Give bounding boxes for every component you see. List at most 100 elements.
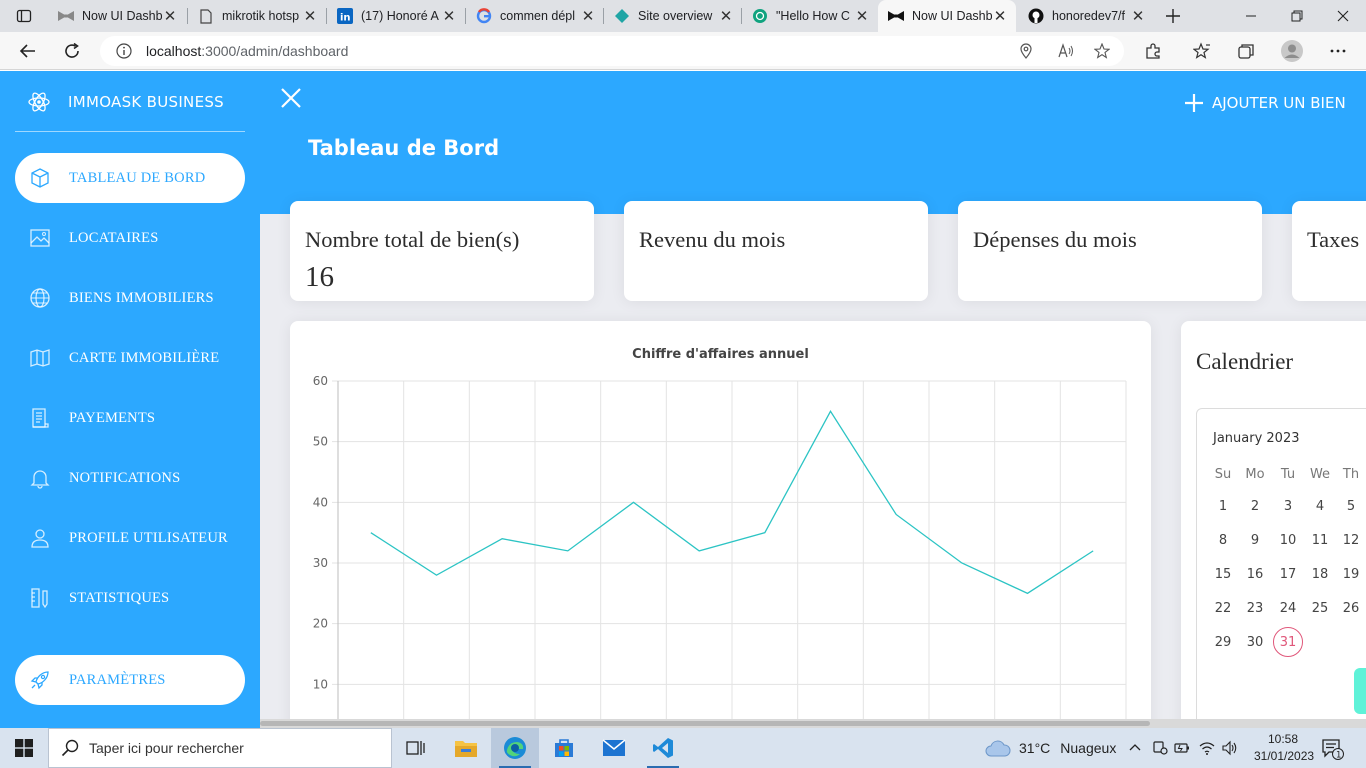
- line-chart: 60 50 40 30 20 10: [313, 374, 1127, 728]
- add-favorite-icon[interactable]: [1094, 43, 1110, 59]
- task-view-icon[interactable]: [392, 728, 440, 768]
- url-field[interactable]: localhost:3000/admin/dashboard: [100, 36, 1124, 66]
- browser-tab[interactable]: in (17) Honoré A ✕: [327, 0, 465, 32]
- brand[interactable]: IMMOASK BUSINESS: [0, 71, 260, 133]
- calendar-day[interactable]: 15: [1207, 567, 1239, 582]
- tab-close-icon[interactable]: ✕: [992, 8, 1008, 25]
- brand-name: IMMOASK BUSINESS: [68, 93, 224, 111]
- mail-icon[interactable]: [590, 728, 638, 768]
- revenue-chart-card: Chiffre d'affaires annuel 60 50 40 30 20 10: [290, 321, 1151, 728]
- sidebar-item-parametres[interactable]: PARAMÈTRES: [15, 655, 245, 705]
- url-text: localhost:3000/admin/dashboard: [146, 43, 349, 59]
- calendar-day[interactable]: 11: [1304, 533, 1336, 548]
- calendar-day[interactable]: 17: [1272, 567, 1304, 582]
- people-icon[interactable]: [1152, 740, 1168, 756]
- calendar-day-today[interactable]: 31: [1272, 635, 1304, 650]
- file-explorer-icon[interactable]: [442, 728, 490, 768]
- browser-tab[interactable]: mikrotik hotsp ✕: [188, 0, 326, 32]
- calendar-day[interactable]: 9: [1239, 533, 1271, 548]
- plus-icon: [1184, 93, 1204, 113]
- collections-icon[interactable]: [1232, 37, 1260, 65]
- battery-icon[interactable]: [1174, 740, 1190, 756]
- extensions-icon[interactable]: [1139, 37, 1167, 65]
- browser-tab[interactable]: "Hello How C ✕: [742, 0, 878, 32]
- back-arrow-icon[interactable]: [14, 37, 42, 65]
- tab-close-icon[interactable]: ✕: [718, 8, 734, 25]
- sidebar-item-label: PAYEMENTS: [69, 409, 156, 426]
- sidebar-item-locataires[interactable]: LOCATAIRES: [15, 213, 245, 263]
- image-icon: [29, 227, 51, 249]
- sidebar-item-payements[interactable]: PAYEMENTS: [15, 393, 245, 443]
- calendar-day[interactable]: 2: [1239, 499, 1271, 514]
- speaker-icon[interactable]: [1222, 740, 1238, 756]
- calendar-day[interactable]: 26: [1335, 601, 1366, 616]
- calendar-day[interactable]: 4: [1304, 499, 1336, 514]
- github-icon: [1028, 8, 1044, 24]
- google-icon: [476, 8, 492, 24]
- calendar-day[interactable]: 29: [1207, 635, 1239, 650]
- system-clock[interactable]: 10:58 31/01/2023: [1254, 731, 1314, 765]
- sidebar-item-profile-utilisateur[interactable]: PROFILE UTILISATEUR: [15, 513, 245, 563]
- sidebar-item-biens-immobiliers[interactable]: BIENS IMMOBILIERS: [15, 273, 245, 323]
- sidebar-item-label: PARAMÈTRES: [69, 671, 166, 688]
- sidebar-item-carte-immobiliere[interactable]: CARTE IMMOBILIÈRE: [15, 333, 245, 383]
- side-widget-tab[interactable]: [1354, 668, 1366, 714]
- vscode-icon[interactable]: [639, 728, 687, 768]
- calendar-day[interactable]: 30: [1239, 635, 1271, 650]
- y-tick-label: 40: [313, 495, 328, 509]
- horizontal-scrollbar[interactable]: [260, 719, 1366, 728]
- sidebar-item-tableau-de-bord[interactable]: TABLEAU DE BORD: [15, 153, 245, 203]
- windows-start-icon[interactable]: [0, 728, 48, 768]
- more-options-icon[interactable]: [1324, 37, 1352, 65]
- stat-card-depenses: Dépenses du mois: [958, 201, 1262, 301]
- tab-close-icon[interactable]: ✕: [441, 8, 457, 25]
- read-aloud-icon[interactable]: [1058, 43, 1074, 59]
- close-window-icon[interactable]: [1320, 0, 1366, 32]
- tab-close-icon[interactable]: ✕: [580, 8, 596, 25]
- calendar-day[interactable]: 1: [1207, 499, 1239, 514]
- add-property-button[interactable]: AJOUTER UN BIEN: [1184, 93, 1346, 113]
- sidebar-item-statistiques[interactable]: STATISTIQUES: [15, 573, 245, 623]
- scrollbar-thumb[interactable]: [260, 721, 1150, 726]
- tab-close-icon[interactable]: ✕: [302, 8, 318, 25]
- location-icon[interactable]: [1018, 43, 1034, 59]
- chevron-up-icon[interactable]: [1127, 740, 1143, 756]
- tab-close-icon[interactable]: ✕: [854, 8, 870, 25]
- tab-actions-icon[interactable]: [2, 0, 46, 32]
- tab-close-icon[interactable]: ✕: [1130, 8, 1146, 25]
- new-tab-button[interactable]: [1150, 0, 1196, 32]
- microsoft-store-icon[interactable]: [540, 728, 588, 768]
- calendar-day[interactable]: 8: [1207, 533, 1239, 548]
- calendar-day[interactable]: 19: [1335, 567, 1366, 582]
- calendar-day[interactable]: 18: [1304, 567, 1336, 582]
- profile-avatar[interactable]: [1278, 37, 1306, 65]
- calendar-day[interactable]: 10: [1272, 533, 1304, 548]
- wifi-icon[interactable]: [1199, 740, 1215, 756]
- notification-center-icon[interactable]: 1: [1320, 738, 1344, 760]
- close-icon[interactable]: [280, 87, 302, 109]
- browser-tab[interactable]: Site overview ✕: [604, 0, 742, 32]
- browser-tab[interactable]: honoredev7/f ✕: [1018, 0, 1154, 32]
- minimize-icon[interactable]: [1228, 0, 1274, 32]
- restore-icon[interactable]: [1274, 0, 1320, 32]
- taskbar-search-field[interactable]: Taper ici pour rechercher: [48, 728, 392, 768]
- calendar-day[interactable]: 5: [1335, 499, 1366, 514]
- favorites-icon[interactable]: [1188, 37, 1216, 65]
- browser-tab-active[interactable]: Now UI Dashb ✕: [878, 0, 1016, 32]
- calendar-widget: January 2023 Su Mo Tu We Th 1 2 3 4 5 8 9 10 11 12 15 16…: [1196, 408, 1366, 728]
- calendar-day[interactable]: 16: [1239, 567, 1271, 582]
- refresh-icon[interactable]: [58, 37, 86, 65]
- calendar-day[interactable]: 25: [1304, 601, 1336, 616]
- browser-tab[interactable]: Now UI Dashb ✕: [48, 0, 186, 32]
- sidebar-item-notifications[interactable]: NOTIFICATIONS: [15, 453, 245, 503]
- info-icon[interactable]: [116, 43, 132, 59]
- calendar-day[interactable]: 23: [1239, 601, 1271, 616]
- edge-browser-icon[interactable]: [491, 728, 539, 768]
- calendar-day[interactable]: 3: [1272, 499, 1304, 514]
- browser-tab[interactable]: commen dépl ✕: [466, 0, 604, 32]
- calendar-day[interactable]: 24: [1272, 601, 1304, 616]
- calendar-day[interactable]: 12: [1335, 533, 1366, 548]
- calendar-day[interactable]: 22: [1207, 601, 1239, 616]
- tab-close-icon[interactable]: ✕: [162, 8, 178, 25]
- weather-widget[interactable]: 31°C Nuageux: [985, 728, 1116, 768]
